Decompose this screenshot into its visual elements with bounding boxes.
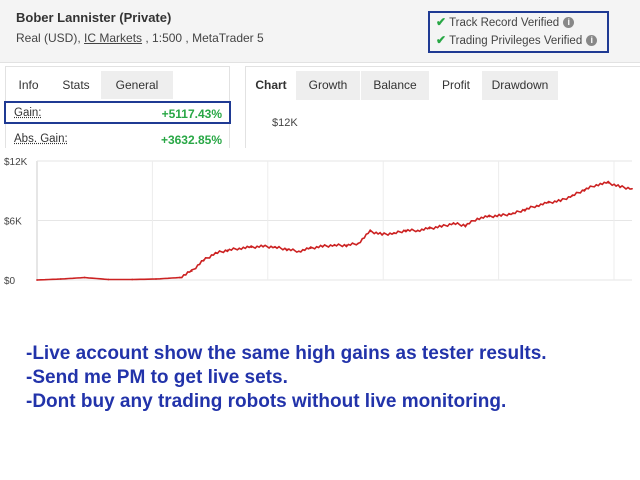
y-tick-label: $0: [4, 276, 16, 287]
stats-panel: Info Stats General Gain: +5117.43% Abs. …: [5, 66, 230, 156]
trading-privileges-verified: ✔Trading Privileges Verified i: [436, 33, 597, 47]
chart-tick-top: $12K: [272, 117, 298, 129]
profit-data-point: [334, 244, 336, 246]
account-name: Bober Lannister (Private): [16, 10, 171, 25]
profit-data-point: [322, 245, 324, 247]
profit-data-point: [286, 248, 288, 250]
profit-chart-svg: $12K $6K $0: [0, 148, 640, 303]
track-record-verified: ✔Track Record Verified i: [436, 15, 574, 29]
profit-data-point: [584, 189, 586, 191]
stats-tabs: Info Stats General: [6, 67, 231, 99]
broker-link[interactable]: IC Markets: [84, 31, 142, 45]
profit-series-line: [37, 182, 632, 280]
profit-data-point: [417, 230, 419, 232]
profit-data-point: [429, 228, 431, 230]
abs-gain-value: +3632.85%: [126, 133, 222, 147]
profit-data-point: [179, 277, 181, 279]
y-tick-label: $6K: [4, 217, 22, 228]
profit-data-point: [548, 202, 550, 204]
tab-general[interactable]: General: [101, 71, 173, 99]
tab-info[interactable]: Info: [6, 71, 51, 99]
profit-data-point: [310, 247, 312, 249]
profit-data-point: [488, 216, 490, 218]
profit-data-point: [84, 277, 86, 279]
profit-data-point: [346, 244, 348, 246]
tab-chart[interactable]: Chart: [248, 71, 294, 100]
profit-data-point: [357, 242, 359, 244]
profit-data-point: [405, 230, 407, 232]
y-tick-label: $12K: [4, 157, 28, 168]
profit-data-point: [524, 209, 526, 211]
gain-label: Gain:: [14, 107, 42, 119]
profit-data-point: [453, 223, 455, 225]
profit-data-point: [476, 218, 478, 220]
profit-data-point: [500, 215, 502, 217]
message-line-3: -Dont buy any trading robots without liv…: [26, 391, 506, 413]
profit-data-point: [631, 188, 633, 190]
profit-data-point: [215, 252, 217, 254]
tab-drawdown[interactable]: Drawdown: [482, 71, 558, 100]
profit-data-point: [227, 249, 229, 251]
profit-data-point: [465, 225, 467, 227]
account-header: Bober Lannister (Private) Real (USD), IC…: [0, 0, 640, 63]
profit-data-point: [512, 213, 514, 215]
profit-data-point: [560, 200, 562, 202]
verification-box: ✔Track Record Verified i ✔Trading Privile…: [428, 11, 609, 53]
tab-balance[interactable]: Balance: [361, 71, 429, 100]
profit-data-point: [203, 259, 205, 261]
profit-data-point: [619, 186, 621, 188]
profit-data-point: [250, 246, 252, 248]
message-line-1: -Live account show the same high gains a…: [26, 343, 547, 365]
info-icon[interactable]: i: [586, 35, 597, 46]
account-type: Real (USD),: [16, 31, 81, 45]
leverage-platform: , 1:500 , MetaTrader 5: [145, 31, 263, 45]
checkmark-icon: ✔: [436, 15, 446, 29]
profit-data-point: [536, 205, 538, 207]
profit-data-point: [607, 182, 609, 184]
abs-gain-label: Abs. Gain:: [14, 133, 68, 145]
profit-data-point: [381, 233, 383, 235]
chart-panel: Chart Growth Balance Profit Drawdown $12…: [245, 66, 640, 156]
profit-data-point: [131, 279, 133, 281]
profit-data-point: [441, 226, 443, 228]
checkmark-icon: ✔: [436, 33, 446, 47]
profit-data-point: [262, 245, 264, 247]
profit-data-point: [108, 279, 110, 281]
gain-value: +5117.43%: [126, 107, 222, 121]
message-line-2: -Send me PM to get live sets.: [26, 367, 288, 389]
profit-data-point: [393, 232, 395, 234]
profit-data-point: [595, 184, 597, 186]
profit-data-point: [238, 247, 240, 249]
verified-label: Trading Privileges Verified: [449, 35, 582, 47]
tab-profit[interactable]: Profit: [430, 71, 482, 100]
profit-data-point: [572, 195, 574, 197]
profit-data-point: [60, 278, 62, 280]
profit-chart: $12K $6K $0: [0, 148, 640, 303]
profit-data-point: [298, 250, 300, 252]
tab-growth[interactable]: Growth: [296, 71, 360, 100]
profit-data-point: [155, 278, 157, 280]
profit-data-point: [36, 279, 38, 281]
account-details: Real (USD), IC Markets , 1:500 , MetaTra…: [16, 31, 264, 45]
verified-label: Track Record Verified: [449, 17, 559, 29]
profit-data-point: [274, 246, 276, 248]
tab-stats[interactable]: Stats: [51, 71, 101, 99]
profit-data-point: [191, 270, 193, 272]
info-icon[interactable]: i: [563, 17, 574, 28]
profit-data-point: [369, 231, 371, 233]
